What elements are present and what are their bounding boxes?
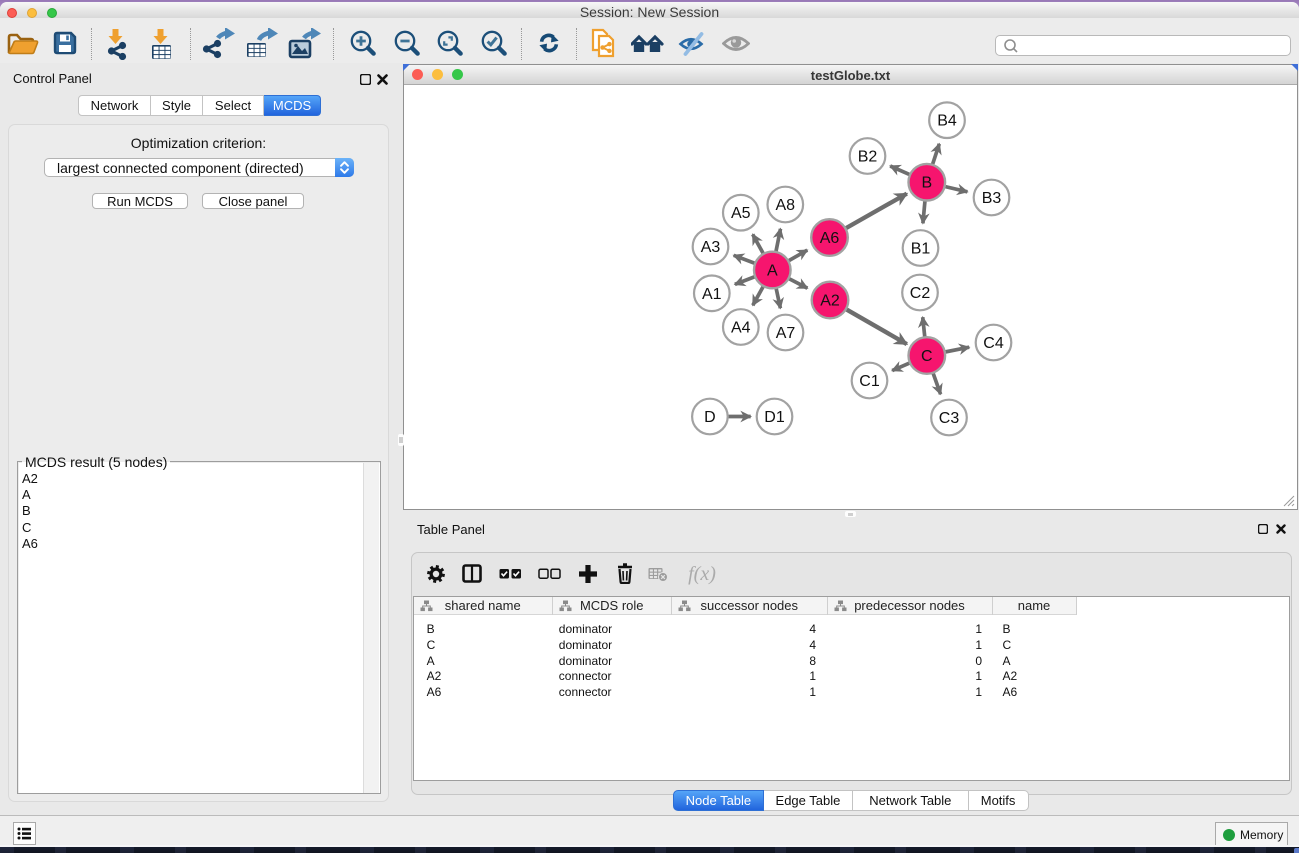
svg-text:D: D [704,409,716,426]
svg-text:A5: A5 [731,205,751,222]
svg-text:D1: D1 [764,409,785,426]
svg-text:B: B [921,175,932,192]
svg-text:C3: C3 [939,410,960,427]
svg-text:C: C [921,348,933,365]
svg-text:B1: B1 [911,241,931,258]
svg-text:B4: B4 [937,113,957,130]
svg-text:A: A [767,263,778,280]
svg-text:A4: A4 [731,320,751,337]
svg-text:B3: B3 [982,190,1002,207]
svg-text:A1: A1 [702,286,722,303]
svg-text:A7: A7 [776,325,796,342]
svg-text:B2: B2 [858,149,878,166]
svg-text:A2: A2 [820,293,840,310]
svg-text:A6: A6 [820,230,840,247]
svg-text:C2: C2 [910,285,931,302]
svg-text:C1: C1 [859,373,880,390]
svg-text:A8: A8 [776,197,796,214]
svg-text:C4: C4 [983,335,1004,352]
svg-text:A3: A3 [701,239,721,256]
